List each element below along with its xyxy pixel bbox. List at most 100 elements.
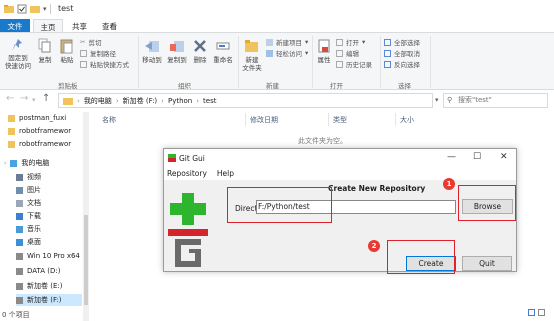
scissors-icon: ✂ [80,38,86,46]
nav-item-pictures[interactable]: 图片 [16,184,92,196]
cut-button[interactable]: ✂ 剪切 [80,37,101,47]
chevron-down-icon: ▾ [305,49,309,57]
folder-small-icon[interactable] [30,4,40,14]
annotation-number-1: 1 [443,178,455,190]
address-bar[interactable]: › 我的电脑 › 新加卷 (F:) › Python › test [58,93,433,108]
chevron-right-icon: › [77,96,80,105]
tab-home[interactable]: 主页 [33,19,63,32]
nav-item-my-computer[interactable]: › 我的电脑 [4,157,80,169]
close-icon[interactable]: ✕ [500,152,508,162]
large-icons-view-icon[interactable] [538,309,545,316]
new-item-button[interactable]: 新建项目 ▾ [266,37,308,47]
breadcrumb-item[interactable]: test [203,97,216,105]
breadcrumb-item[interactable]: 我的电脑 [84,96,112,106]
minimize-icon[interactable]: — [447,152,456,162]
divider [328,113,329,126]
nav-item-music[interactable]: 音乐 [16,223,92,235]
nav-item[interactable]: robotframewor [8,125,84,137]
nav-item-drive-d[interactable]: DATA (D:) [16,265,92,277]
tab-file[interactable]: 文件 [0,19,30,32]
search-input[interactable]: ⚲ 搜索"test" [443,93,548,108]
select-all-button[interactable]: 全部选择 [384,37,420,47]
git-gui-title-bar: Git Gui — ☐ ✕ [164,149,516,167]
history-icon [336,60,343,68]
copy-path-icon [80,49,87,57]
pin-icon [12,39,22,51]
drive-icon [16,282,23,290]
nav-item-drive-e[interactable]: 新加卷 (E:) [16,280,92,292]
nav-item-desktop[interactable]: 桌面 [16,236,92,248]
nav-item[interactable]: postman_fuxi [8,112,84,124]
group-label-select: 选择 [398,82,411,90]
folder-icon [4,5,14,13]
new-folder-button[interactable]: 新建 文件夹 [240,38,264,72]
paste-shortcut-button[interactable]: 粘贴快捷方式 [80,59,129,69]
nav-item[interactable]: robotframewor [8,138,84,150]
tab-share[interactable]: 共享 [66,19,93,32]
select-all-icon [384,38,391,46]
paste-button[interactable]: 粘贴 [57,38,77,64]
menu-help[interactable]: Help [217,169,234,178]
pin-quick-access-button[interactable]: 固定到 快速访问 [2,38,34,70]
nav-item-videos[interactable]: 视频 [16,171,92,183]
breadcrumb-item[interactable]: Python [168,97,192,105]
chevron-right-icon: › [196,96,200,105]
ribbon-tabs: 文件 主页 共享 查看 [0,19,554,32]
column-header-type[interactable]: 类型 [333,115,347,125]
tab-view[interactable]: 查看 [96,19,123,32]
details-view-icon[interactable] [528,309,535,316]
chevron-right-icon: › [4,159,7,167]
drive-icon [16,296,23,304]
folder-icon [8,114,15,122]
group-label-organize: 组织 [178,82,191,90]
drive-icon [16,267,23,275]
nav-item-downloads[interactable]: 下载 [16,210,92,222]
folder-icon [63,97,73,105]
rename-button[interactable]: 重命名 [211,38,235,64]
select-none-icon [384,49,391,57]
history-button[interactable]: 历史记录 [336,59,372,69]
quit-button[interactable]: Quit [462,256,512,271]
nav-item-drive-f[interactable]: 新加卷 (F:) [16,294,82,306]
chevron-down-icon: ▾ [305,38,309,46]
nav-scrollbar-thumb[interactable] [84,215,88,305]
paste-icon [60,39,73,54]
annotation-box-browse [458,185,516,221]
copy-to-button[interactable]: 复制到 [165,38,189,64]
easy-access-button[interactable]: 轻松访问 ▾ [266,48,308,58]
breadcrumb-item[interactable]: 新加卷 (F:) [123,96,158,106]
forward-arrow-icon[interactable]: → [20,93,28,104]
empty-folder-message: 此文件夹为空。 [298,137,347,145]
group-label-clipboard: 剪贴板 [58,82,78,90]
copy-path-button[interactable]: 复制路径 [80,48,116,58]
column-header-size[interactable]: 大小 [400,115,414,125]
edit-icon [336,49,343,57]
computer-icon [10,159,18,167]
up-arrow-icon[interactable]: ↑ [42,93,50,104]
open-button[interactable]: 打开 ▾ [336,37,365,47]
copy-button[interactable]: 复制 [35,38,55,64]
documents-icon [16,199,23,207]
dropdown-arrow-icon[interactable]: ▾ [43,5,47,13]
column-header-date[interactable]: 修改日期 [250,115,278,125]
invert-selection-button[interactable]: 反向选择 [384,59,420,69]
recent-locations-icon[interactable]: ▾ [32,96,36,104]
edit-button[interactable]: 编辑 [336,48,359,58]
video-icon [16,173,23,181]
folder-icon [8,127,15,135]
menu-repository[interactable]: Repository [167,169,207,178]
download-icon [16,212,23,220]
column-header-name[interactable]: 名称 [102,115,116,125]
maximize-icon[interactable]: ☐ [473,152,481,162]
select-none-button[interactable]: 全部取消 [384,48,420,58]
check-icon[interactable] [17,4,27,14]
group-label-open: 打开 [330,82,343,90]
delete-button[interactable]: 删除 [190,38,210,64]
properties-button[interactable]: 属性 [314,38,334,64]
nav-item-drive-c[interactable]: Win 10 Pro x64 [16,250,92,262]
address-dropdown-icon[interactable]: ▾ [435,96,439,104]
properties-icon [318,39,330,53]
nav-item-documents[interactable]: 文档 [16,197,92,209]
back-arrow-icon[interactable]: ← [6,93,14,104]
move-to-button[interactable]: 移动到 [140,38,164,64]
